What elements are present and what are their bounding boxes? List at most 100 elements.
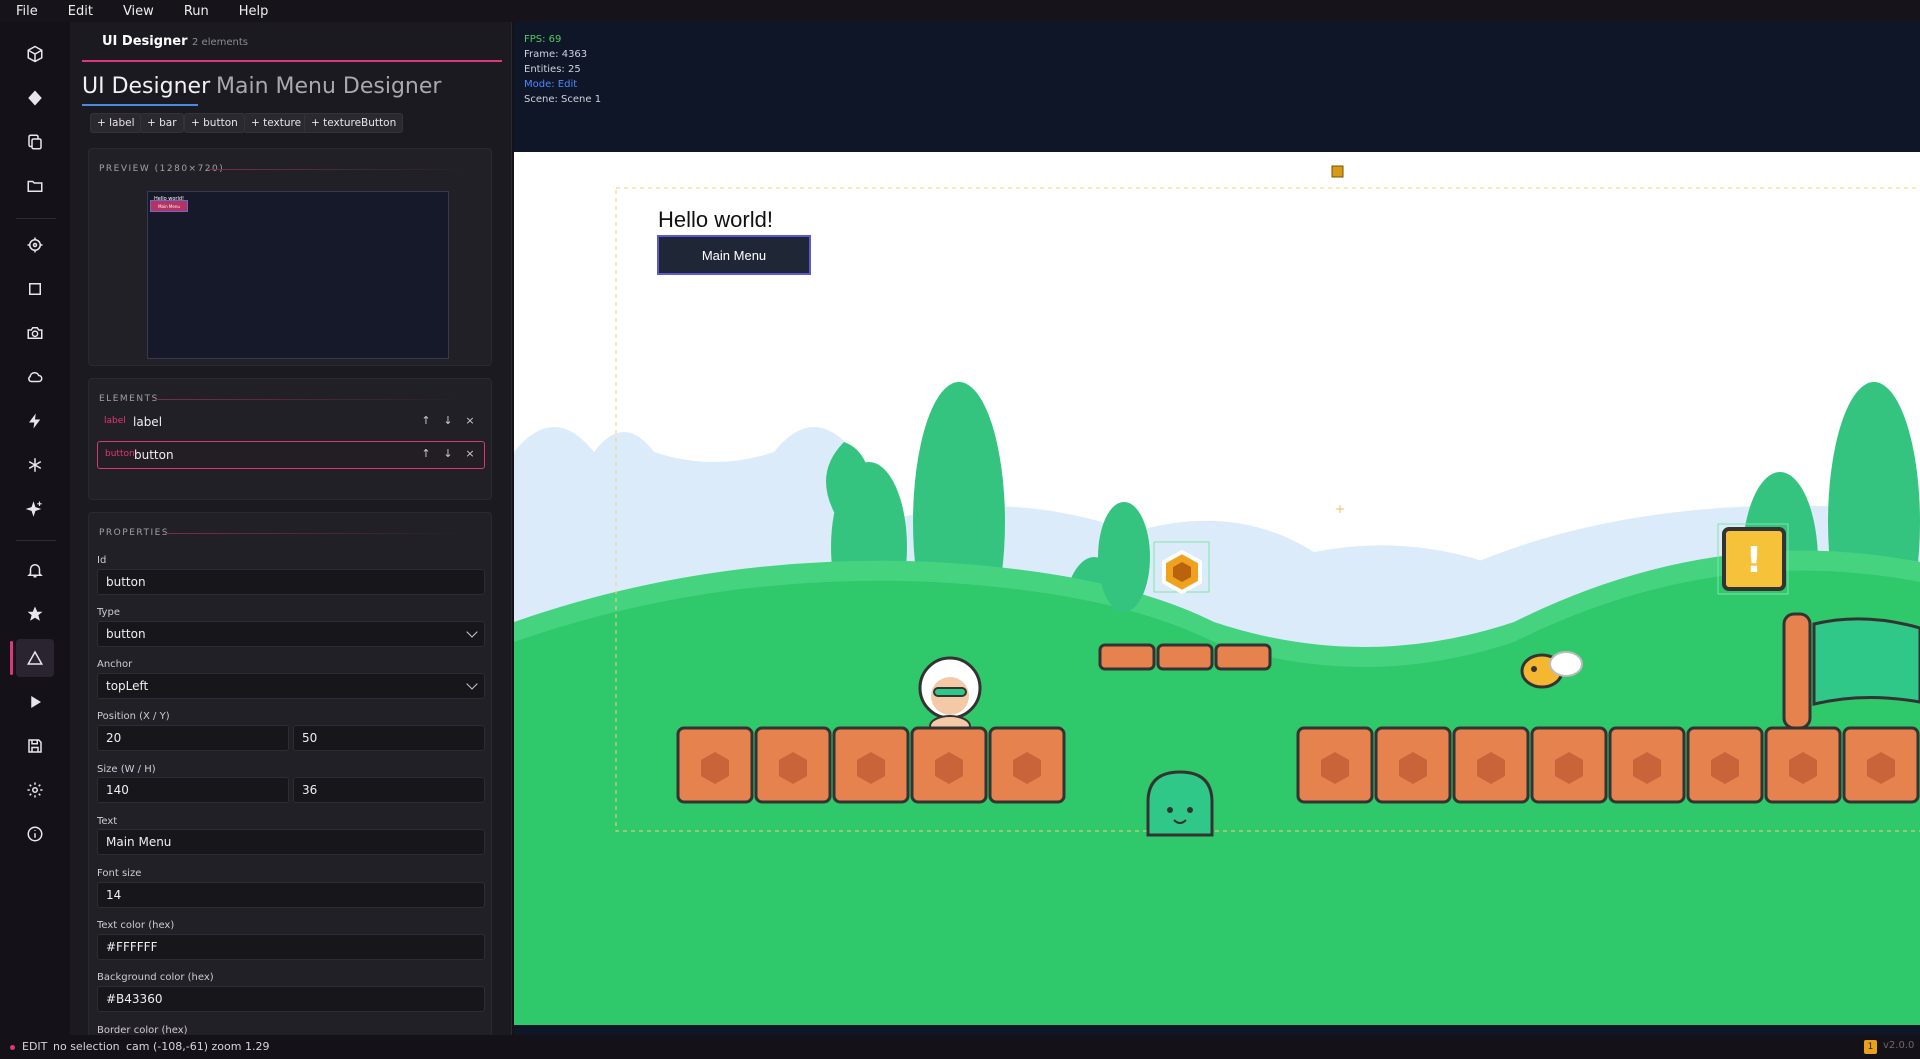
frame-readout: Frame: 4363 — [524, 49, 588, 60]
triangle-icon[interactable] — [10, 639, 54, 677]
elements-section: ELEMENTS label label ↑ ↓ × button button… — [88, 378, 492, 500]
item-block-sprite[interactable]: ! — [1717, 523, 1789, 595]
bg-color-field[interactable]: #B43360 — [97, 986, 485, 1012]
size-h-field[interactable]: 36 — [293, 777, 485, 803]
status-camera: cam (-108,-61) zoom 1.29 — [126, 1040, 270, 1053]
folder-icon[interactable] — [16, 167, 54, 205]
text-color-field[interactable]: #FFFFFF — [97, 934, 485, 960]
add-texture-button[interactable]: + texture — [244, 113, 309, 133]
tab-main-menu-designer[interactable]: Main Menu Designer — [216, 74, 441, 99]
square-icon[interactable] — [16, 270, 54, 308]
delete-icon[interactable]: × — [464, 447, 476, 460]
floating-platform — [1098, 643, 1272, 671]
add-label-button[interactable]: + label — [90, 113, 142, 133]
id-label: Id — [97, 555, 107, 566]
border-color-label: Border color (hex) — [97, 1025, 188, 1035]
position-label: Position (X / Y) — [97, 711, 170, 722]
ui-designer-panel: UI Designer 2 elements UI Designer Main … — [70, 22, 512, 1035]
type-select[interactable]: button — [97, 621, 485, 647]
menu-help[interactable]: Help — [219, 4, 279, 19]
tab-ui-designer[interactable]: UI Designer — [82, 74, 210, 99]
bell-icon[interactable] — [16, 551, 54, 589]
font-size-field[interactable]: 14 — [97, 882, 485, 908]
info-icon[interactable] — [16, 815, 54, 853]
move-down-icon[interactable]: ↓ — [442, 414, 454, 427]
svg-text:!: ! — [1746, 540, 1762, 581]
menu-run[interactable]: Run — [164, 4, 219, 19]
active-tab-underline — [82, 104, 198, 106]
preview-title: PREVIEW (1280×720) — [99, 164, 225, 174]
preview-section: PREVIEW (1280×720) Hello world! Main Men… — [88, 148, 492, 366]
pivot-handle[interactable] — [1331, 165, 1344, 178]
sparkle-icon[interactable] — [16, 490, 54, 528]
add-texturebutton-button[interactable]: + textureButton — [304, 113, 404, 133]
camera-icon[interactable] — [16, 314, 54, 352]
debug-overlay: FPS: 69 Frame: 4363 Entities: 25 Mode: E… — [524, 32, 601, 107]
copy-icon[interactable] — [16, 123, 54, 161]
properties-section: PROPERTIES Id button Type button Anchor … — [88, 512, 492, 1035]
position-y-field[interactable]: 50 — [293, 725, 485, 751]
save-icon[interactable] — [16, 727, 54, 765]
panel-title: UI Designer — [102, 34, 188, 49]
anchor-select[interactable]: topLeft — [97, 673, 485, 699]
move-up-icon[interactable]: ↑ — [420, 414, 432, 427]
asterisk-icon[interactable] — [16, 446, 54, 484]
add-button-button[interactable]: + button — [184, 113, 245, 133]
play-icon[interactable] — [16, 683, 54, 721]
status-bar: EDIT no selection cam (-108,-61) zoom 1.… — [0, 1035, 1920, 1059]
text-field[interactable]: Main Menu — [97, 829, 485, 855]
anchor-label: Anchor — [97, 659, 133, 670]
ground-blocks-left — [676, 726, 1066, 804]
panel-header: UI Designer 2 elements — [82, 32, 502, 62]
tree — [1098, 502, 1150, 612]
fps-readout: FPS: 69 — [524, 34, 562, 45]
element-row-label[interactable]: label label ↑ ↓ × — [97, 409, 485, 437]
delete-icon[interactable]: × — [464, 414, 476, 427]
slime-sprite[interactable] — [1146, 770, 1214, 837]
element-row-button[interactable]: button button ↑ ↓ × — [97, 441, 485, 469]
position-x-field[interactable]: 20 — [97, 725, 289, 751]
game-viewport[interactable]: FPS: 69 Frame: 4363 Entities: 25 Mode: E… — [514, 22, 1920, 1035]
menu-view[interactable]: View — [103, 4, 164, 19]
element-type: button — [105, 449, 135, 459]
element-count: 2 elements — [192, 37, 248, 48]
text-label: Text — [97, 816, 118, 827]
size-w-field[interactable]: 140 — [97, 777, 289, 803]
move-down-icon[interactable]: ↓ — [442, 447, 454, 460]
scene-readout: Scene: Scene 1 — [524, 94, 602, 105]
move-up-icon[interactable]: ↑ — [420, 447, 432, 460]
toolbar-divider — [16, 218, 56, 219]
star-icon[interactable] — [16, 595, 54, 633]
cloud-icon[interactable] — [16, 358, 54, 396]
element-type: label — [104, 416, 126, 426]
menu-edit[interactable]: Edit — [48, 4, 103, 19]
diamond-icon[interactable] — [16, 79, 54, 117]
left-toolbar — [0, 22, 70, 1035]
properties-title: PROPERTIES — [99, 528, 170, 538]
id-field[interactable]: button — [97, 569, 485, 595]
crosshair-icon[interactable] — [16, 226, 54, 264]
preview-button: Main Menu — [150, 200, 188, 212]
preview-canvas: Hello world! Main Menu — [147, 191, 449, 359]
section-divider — [165, 533, 465, 534]
lightning-icon[interactable] — [16, 402, 54, 440]
elements-title: ELEMENTS — [99, 394, 159, 404]
element-name: button — [134, 448, 174, 462]
size-label: Size (W / H) — [97, 764, 156, 775]
scene-canvas[interactable]: Hello world! Main Menu ! — [514, 152, 1920, 1025]
add-bar-button[interactable]: + bar — [140, 113, 184, 133]
entities-readout: Entities: 25 — [524, 64, 581, 75]
notification-badge[interactable]: 1 — [1864, 1040, 1877, 1054]
hello-world-label: Hello world! — [658, 207, 773, 232]
gear-icon[interactable] — [16, 771, 54, 809]
menu-file[interactable]: File — [0, 4, 48, 19]
version-label: v2.0.0 — [1883, 1040, 1915, 1051]
status-selection: no selection — [53, 1040, 120, 1053]
menu-bar: File Edit View Run Help — [0, 0, 1920, 22]
chevron-down-icon — [466, 678, 478, 690]
cube-icon[interactable] — [16, 35, 54, 73]
chevron-down-icon — [466, 626, 478, 638]
mode-readout: Mode: Edit — [524, 79, 578, 90]
text-color-label: Text color (hex) — [97, 920, 175, 931]
main-menu-button-label: Main Menu — [702, 248, 766, 263]
